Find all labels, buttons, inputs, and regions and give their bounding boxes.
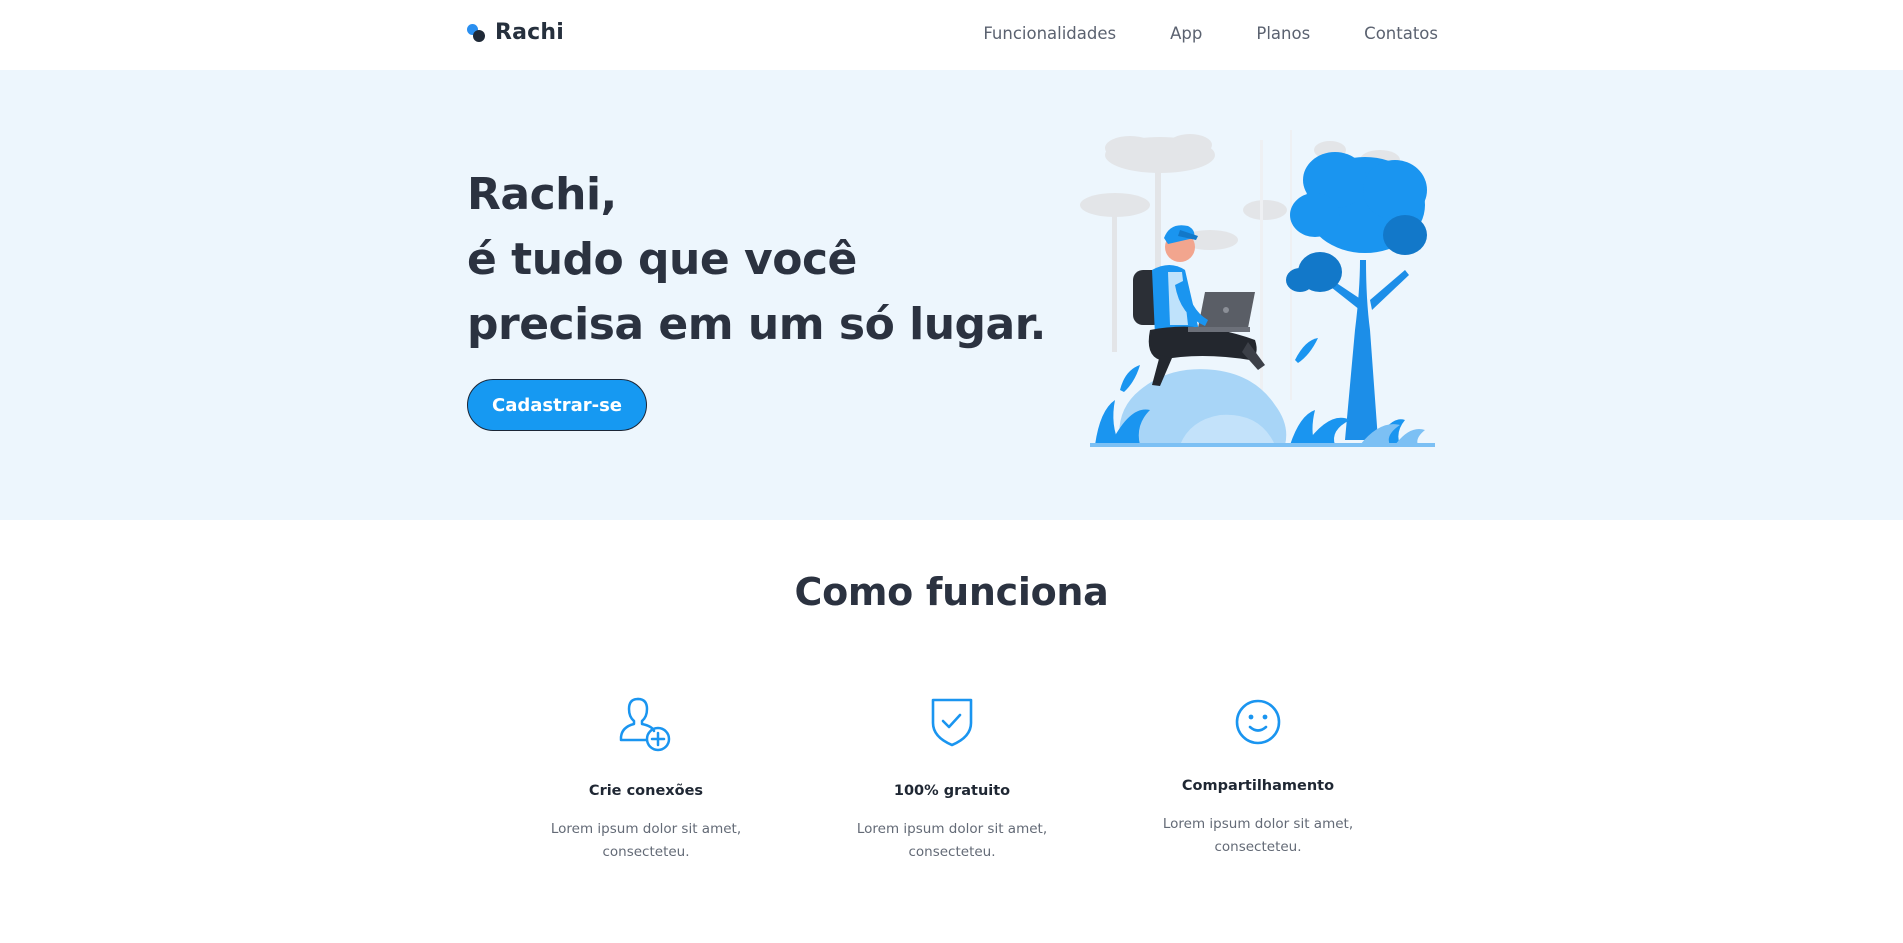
section-title-como-funciona: Como funciona [794, 570, 1109, 614]
feature-title: Crie conexões [588, 783, 704, 799]
feature-description: Lorem ipsum dolor sit amet, consecteteu. [536, 818, 756, 864]
site-header: Rachi Funcionalidades App Planos Contato… [0, 0, 1903, 70]
hero-title: Rachi, é tudo que você precisa em um só … [467, 162, 1046, 357]
signup-button[interactable]: Cadastrar-se [467, 379, 647, 431]
feature-description-line-1: Lorem ipsum dolor sit amet, [550, 821, 742, 837]
logo[interactable]: Rachi [467, 17, 564, 47]
feature-title: Compartilhamento [1181, 778, 1335, 794]
hero-title-line-2: é tudo que você [467, 234, 857, 285]
person-with-laptop-on-rock-illustration [1080, 130, 1435, 447]
smiley-icon [1235, 699, 1281, 745]
feature-description-line-1: Lorem ipsum dolor sit amet, [856, 821, 1048, 837]
nav-link-contatos[interactable]: Contatos [1364, 22, 1438, 46]
feature-description-line-2: consecteteu. [908, 844, 996, 860]
hero-section: Rachi, é tudo que você precisa em um só … [0, 70, 1903, 520]
feature-crie-conexoes: Crie conexões Lorem ipsum dolor sit amet… [536, 690, 756, 870]
feature-description: Lorem ipsum dolor sit amet, consecteteu. [842, 818, 1062, 864]
feature-compartilhamento: Compartilhamento Lorem ipsum dolor sit a… [1148, 690, 1368, 870]
hero-title-line-1: Rachi, [467, 169, 617, 220]
main-nav: Funcionalidades App Planos Contatos [929, 22, 1438, 46]
hero-title-line-3: precisa em um só lugar. [467, 299, 1046, 350]
feature-description: Lorem ipsum dolor sit amet, consecteteu. [1148, 813, 1368, 859]
feature-description-line-2: consecteteu. [1214, 839, 1302, 855]
feature-100-gratuito: 100% gratuito Lorem ipsum dolor sit amet… [842, 690, 1062, 870]
nav-link-funcionalidades[interactable]: Funcionalidades [983, 22, 1116, 46]
user-add-icon [619, 697, 671, 752]
feature-title: 100% gratuito [893, 783, 1011, 799]
logo-icon [467, 22, 485, 42]
nav-link-planos[interactable]: Planos [1256, 22, 1310, 46]
nav-link-app[interactable]: App [1170, 22, 1202, 46]
logo-text: Rachi [495, 19, 565, 45]
feature-description-line-1: Lorem ipsum dolor sit amet, [1162, 816, 1354, 832]
feature-description-line-2: consecteteu. [602, 844, 690, 860]
shield-check-icon [931, 698, 973, 747]
